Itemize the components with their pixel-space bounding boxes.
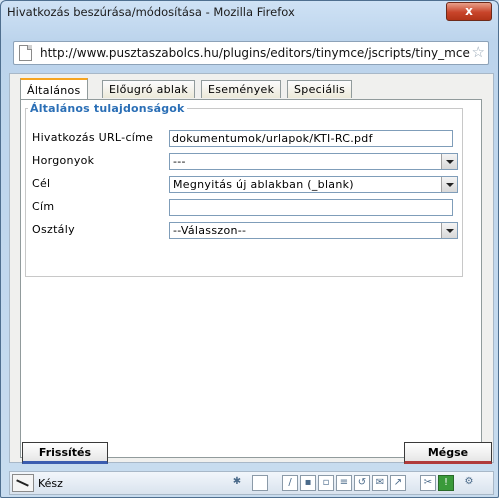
page-icon <box>19 45 32 61</box>
url-input[interactable]: dokumentumok/urlapok/KTI-RC.pdf <box>169 130 453 147</box>
dialog-content: Általános Előugró ablak Események Speciá… <box>9 73 494 463</box>
save-icon[interactable]: ▫ <box>318 475 334 491</box>
window-title: Hivatkozás beszúrása/módosítása - Mozill… <box>7 5 295 19</box>
chart-icon[interactable]: ↗ <box>390 475 406 491</box>
class-label: Osztály <box>32 223 75 236</box>
status-bar: Kész ✱ / ▪ ▫ ≡ ↺ ✉ ↗ ✂ ! ⚙ <box>9 471 494 495</box>
pen-icon[interactable]: / <box>282 475 298 491</box>
star-icon[interactable]: ☆ <box>472 43 485 61</box>
image-icon[interactable]: ▪ <box>300 475 316 491</box>
mail-icon[interactable]: ✉ <box>372 475 388 491</box>
title-label: Cím <box>32 200 55 213</box>
tab-panel-general: Általános tulajdonságok Hivatkozás URL-c… <box>20 99 482 458</box>
url-text[interactable]: http://www.pusztaszabolcs.hu/plugins/edi… <box>40 46 470 60</box>
tab-advanced[interactable]: Speciális <box>287 80 353 98</box>
anchors-value: --- <box>173 155 186 168</box>
tab-popup[interactable]: Előugró ablak <box>102 80 195 98</box>
title-bar: Hivatkozás beszúrása/módosítása - Mozill… <box>1 1 498 21</box>
target-select[interactable]: Megnyitás új ablakban (_blank) <box>169 176 458 193</box>
target-value: Megnyitás új ablakban (_blank) <box>173 178 354 191</box>
class-select[interactable]: --Válasszon-- <box>169 222 458 239</box>
class-value: --Válasszon-- <box>173 224 247 237</box>
tools-icon[interactable]: ≡ <box>336 475 352 491</box>
title-input[interactable] <box>169 199 453 216</box>
status-text: Kész <box>38 477 63 490</box>
browser-window: Hivatkozás beszúrása/módosítása - Mozill… <box>0 0 499 498</box>
anchors-label: Horgonyok <box>32 154 95 167</box>
anchors-select[interactable]: --- <box>169 153 458 170</box>
tab-events[interactable]: Események <box>201 80 282 98</box>
document-icon[interactable] <box>252 475 268 491</box>
bug-icon[interactable]: ✱ <box>230 475 244 489</box>
info-icon[interactable]: ! <box>438 475 454 491</box>
chevron-down-icon[interactable] <box>441 223 457 238</box>
chevron-down-icon[interactable] <box>441 177 457 192</box>
general-properties-group: Általános tulajdonságok Hivatkozás URL-c… <box>25 102 463 277</box>
url-label: Hivatkozás URL-címe <box>32 131 154 144</box>
update-button[interactable]: Frissítés <box>22 442 108 464</box>
tab-general[interactable]: Általános <box>20 78 88 101</box>
group-legend: Általános tulajdonságok <box>30 102 185 115</box>
chevron-down-icon[interactable] <box>441 154 457 169</box>
close-button[interactable]: x <box>446 2 492 21</box>
cancel-button[interactable]: Mégse <box>404 442 492 464</box>
gear-icon[interactable]: ⚙ <box>462 475 476 489</box>
address-bar[interactable]: http://www.pusztaszabolcs.hu/plugins/edi… <box>13 41 489 65</box>
wrench-icon[interactable]: ✂ <box>420 475 436 491</box>
refresh-icon[interactable]: ↺ <box>354 475 370 491</box>
target-label: Cél <box>32 177 51 190</box>
resize-grip-icon <box>12 474 34 492</box>
